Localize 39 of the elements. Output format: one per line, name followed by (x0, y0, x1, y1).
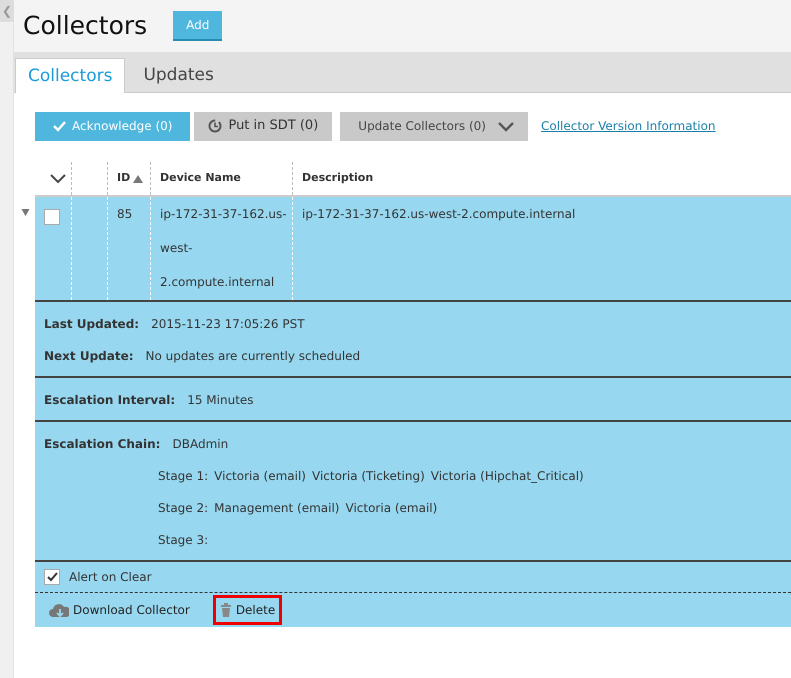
stage-recipient: Victoria (email) (346, 500, 438, 517)
field-label: Escalation Chain: (44, 436, 160, 453)
version-info-link[interactable]: Collector Version Information (540, 117, 716, 135)
stage-label: Stage 2: (158, 500, 208, 517)
stage-recipient: Victoria (email) (214, 468, 306, 485)
field-label: Escalation Interval: (44, 392, 176, 409)
clock-icon (208, 119, 222, 133)
delete-button[interactable]: Delete (216, 598, 280, 622)
checkbox-label: Alert on Clear (69, 569, 152, 586)
table-cell-text: ip-172-31-37-162.us- west- 2.compute.internal (160, 206, 288, 291)
table-cell-text: ip-172-31-37-162.us-west-2.compute.internal (302, 206, 576, 223)
column-header[interactable]: ID (117, 170, 130, 187)
field-value: DBAdmin (172, 436, 228, 453)
field-value: No updates are currently scheduled (146, 348, 360, 365)
expand-all-icon (50, 173, 66, 184)
field-value: 15 Minutes (187, 392, 254, 409)
stage-recipient: Victoria (Ticketing) (312, 468, 425, 485)
field-label: Last Updated: (44, 316, 140, 333)
page-title: Collectors (23, 11, 148, 41)
column-header[interactable]: Description (302, 170, 374, 187)
field-label: Next Update: (44, 348, 134, 365)
table-cell-text: 85 (117, 206, 134, 223)
toolbar-button[interactable]: Put in SDT (0) (194, 112, 332, 140)
trash-icon (220, 603, 232, 617)
update-collectors-dropdown[interactable]: Update Collectors (0) (340, 112, 528, 140)
download-button[interactable]: Download Collector (44, 598, 194, 622)
stage-label: Stage 3: (158, 532, 208, 549)
alert-checkbox[interactable] (44, 569, 60, 585)
stage-recipient: Management (email) (214, 500, 340, 517)
column-header[interactable]: Device Name (160, 170, 241, 187)
stage-recipient: Victoria (Hipchat_Critical) (430, 468, 584, 485)
check-icon (53, 120, 66, 132)
check-icon (46, 572, 58, 582)
row-checkbox[interactable] (44, 209, 60, 225)
field-value: 2015-11-23 17:05:26 PST (151, 316, 305, 333)
tab[interactable]: Updates (131, 58, 226, 92)
caret-icon (498, 120, 514, 132)
cloud-download-icon (48, 602, 69, 618)
stage-label: Stage 1: (158, 468, 208, 485)
